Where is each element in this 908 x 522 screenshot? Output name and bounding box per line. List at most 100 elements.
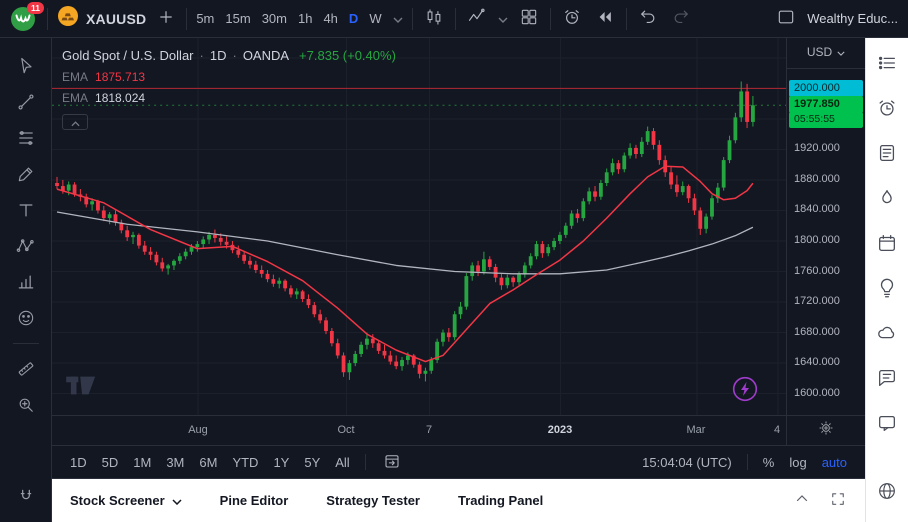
interval-1w[interactable]: W [369,11,381,26]
brush-icon[interactable] [15,163,37,185]
alert-price-label[interactable]: 2000.000 [789,80,863,96]
redo-button[interactable] [669,5,693,32]
forecast-icon[interactable] [15,271,37,293]
add-symbol-button[interactable] [155,6,177,31]
chevron-down-icon[interactable] [498,10,508,28]
trend-line-icon[interactable] [15,91,37,113]
cursor-icon[interactable] [15,55,37,77]
tab-pine-editor[interactable]: Pine Editor [220,493,289,508]
globe-icon[interactable] [876,480,898,502]
comments-icon[interactable] [876,412,898,434]
legend-symbol-title: Gold Spot / U.S. Dollar [62,48,194,63]
go-to-date-button[interactable] [381,450,403,475]
news-icon[interactable] [876,142,898,164]
range-1d[interactable]: 1D [70,455,87,470]
tab-trading-panel[interactable]: Trading Panel [458,493,543,508]
zoom-in-icon[interactable] [15,394,37,416]
alerts-clock-icon[interactable] [876,97,898,119]
save-layout-button[interactable] [774,5,798,32]
interval-4h[interactable]: 4h [323,11,337,26]
percent-scale-button[interactable]: % [763,455,775,470]
chart-settings-button[interactable] [786,416,865,445]
range-5y[interactable]: 5Y [304,455,320,470]
measure-ruler-icon[interactable] [15,358,37,380]
interval-1d-active[interactable]: D [349,11,358,26]
interval-15m[interactable]: 15m [225,11,250,26]
range-toolbar: 1D 5D 1M 3M 6M YTD 1Y 5Y All 15:04:04 (U… [52,445,865,478]
symbol-name: XAUUSD [86,11,146,27]
magnet-icon[interactable] [15,486,37,508]
divider [47,8,48,30]
interval-30m[interactable]: 30m [262,11,287,26]
tab-label: Strategy Tester [326,493,420,508]
tradingview-app: 11 XAUUSD 5m 15m 30m 1h 4h D W [0,0,908,522]
maximize-panel-button[interactable] [829,490,847,511]
auto-scale-button[interactable]: auto [822,455,847,470]
tab-label: Stock Screener [70,493,165,508]
home-logo[interactable]: 11 [10,6,38,32]
divider [747,454,748,470]
layout-name[interactable]: Wealthy Educ... [807,11,898,26]
chevron-down-icon[interactable] [393,11,403,26]
price-axis[interactable]: USD 2000.000 1977.850 05:55:55 1920.000 1… [786,38,865,415]
currency-selector[interactable]: USD [787,45,865,59]
streams-clouds-icon[interactable] [876,322,898,344]
drawing-toolbar [0,38,52,522]
xabcd-pattern-icon[interactable] [15,235,37,257]
tab-label: Trading Panel [458,493,543,508]
quick-alert-flash-button[interactable] [732,376,758,407]
alert-button[interactable] [560,5,584,32]
text-tool-icon[interactable] [15,199,37,221]
tab-stock-screener[interactable]: Stock Screener [70,493,182,508]
calendar-icon[interactable] [876,232,898,254]
range-3m[interactable]: 3M [166,455,184,470]
symbol-search-button[interactable]: XAUUSD [57,5,146,32]
utc-clock[interactable]: 15:04:04 (UTC) [642,455,732,470]
go-to-date-icon [383,452,401,473]
chart-row: Gold Spot / U.S. Dollar · 1D · OANDA +7.… [52,38,865,415]
chart-canvas[interactable]: Gold Spot / U.S. Dollar · 1D · OANDA +7.… [52,38,786,415]
collapse-legend-button[interactable] [62,114,88,130]
legend-title-row[interactable]: Gold Spot / U.S. Dollar · 1D · OANDA +7.… [62,48,396,63]
ema-slow-value: 1818.024 [95,91,145,105]
price-axis-label: 1720.000 [794,295,840,307]
watchlist-icon[interactable] [876,52,898,74]
chart-style-button[interactable] [422,5,446,32]
panel-controls [793,490,847,511]
indicator-row-ema-slow[interactable]: EMA 1818.024 [62,91,396,105]
current-price-label: 1977.850 [789,96,863,112]
range-1y[interactable]: 1Y [273,455,289,470]
log-scale-button[interactable]: log [789,455,806,470]
chevron-up-icon [71,115,80,130]
divider [550,8,551,30]
price-axis-label: 1600.000 [794,387,840,399]
price-axis-label: 1760.000 [794,265,840,277]
expand-panel-button[interactable] [793,490,811,511]
bar-replay-button[interactable] [593,5,617,32]
ema-label: EMA [62,91,88,105]
price-axis-label: 1680.000 [794,326,840,338]
range-1m[interactable]: 1M [133,455,151,470]
bar-countdown-label: 05:55:55 [789,112,863,128]
indicator-row-ema-fast[interactable]: EMA 1875.713 [62,70,396,84]
time-axis[interactable]: AugOct72023Mar4 [52,416,786,445]
range-5d[interactable]: 5D [102,455,119,470]
undo-button[interactable] [636,5,660,32]
price-axis-label: 1840.000 [794,203,840,215]
range-6m[interactable]: 6M [199,455,217,470]
tab-strategy-tester[interactable]: Strategy Tester [326,493,420,508]
chevron-down-icon [837,45,845,59]
range-all[interactable]: All [335,455,349,470]
interval-1h[interactable]: 1h [298,11,312,26]
layout-grid-button[interactable] [517,5,541,32]
fib-retracement-icon[interactable] [15,127,37,149]
price-axis-label: 1920.000 [794,142,840,154]
range-ytd[interactable]: YTD [232,455,258,470]
chat-icon[interactable] [876,367,898,389]
divider [626,8,627,30]
emoji-icon[interactable] [15,307,37,329]
ideas-bulb-icon[interactable] [876,277,898,299]
interval-5m[interactable]: 5m [196,11,214,26]
hotlists-fire-icon[interactable] [876,187,898,209]
indicators-button[interactable] [465,5,489,32]
